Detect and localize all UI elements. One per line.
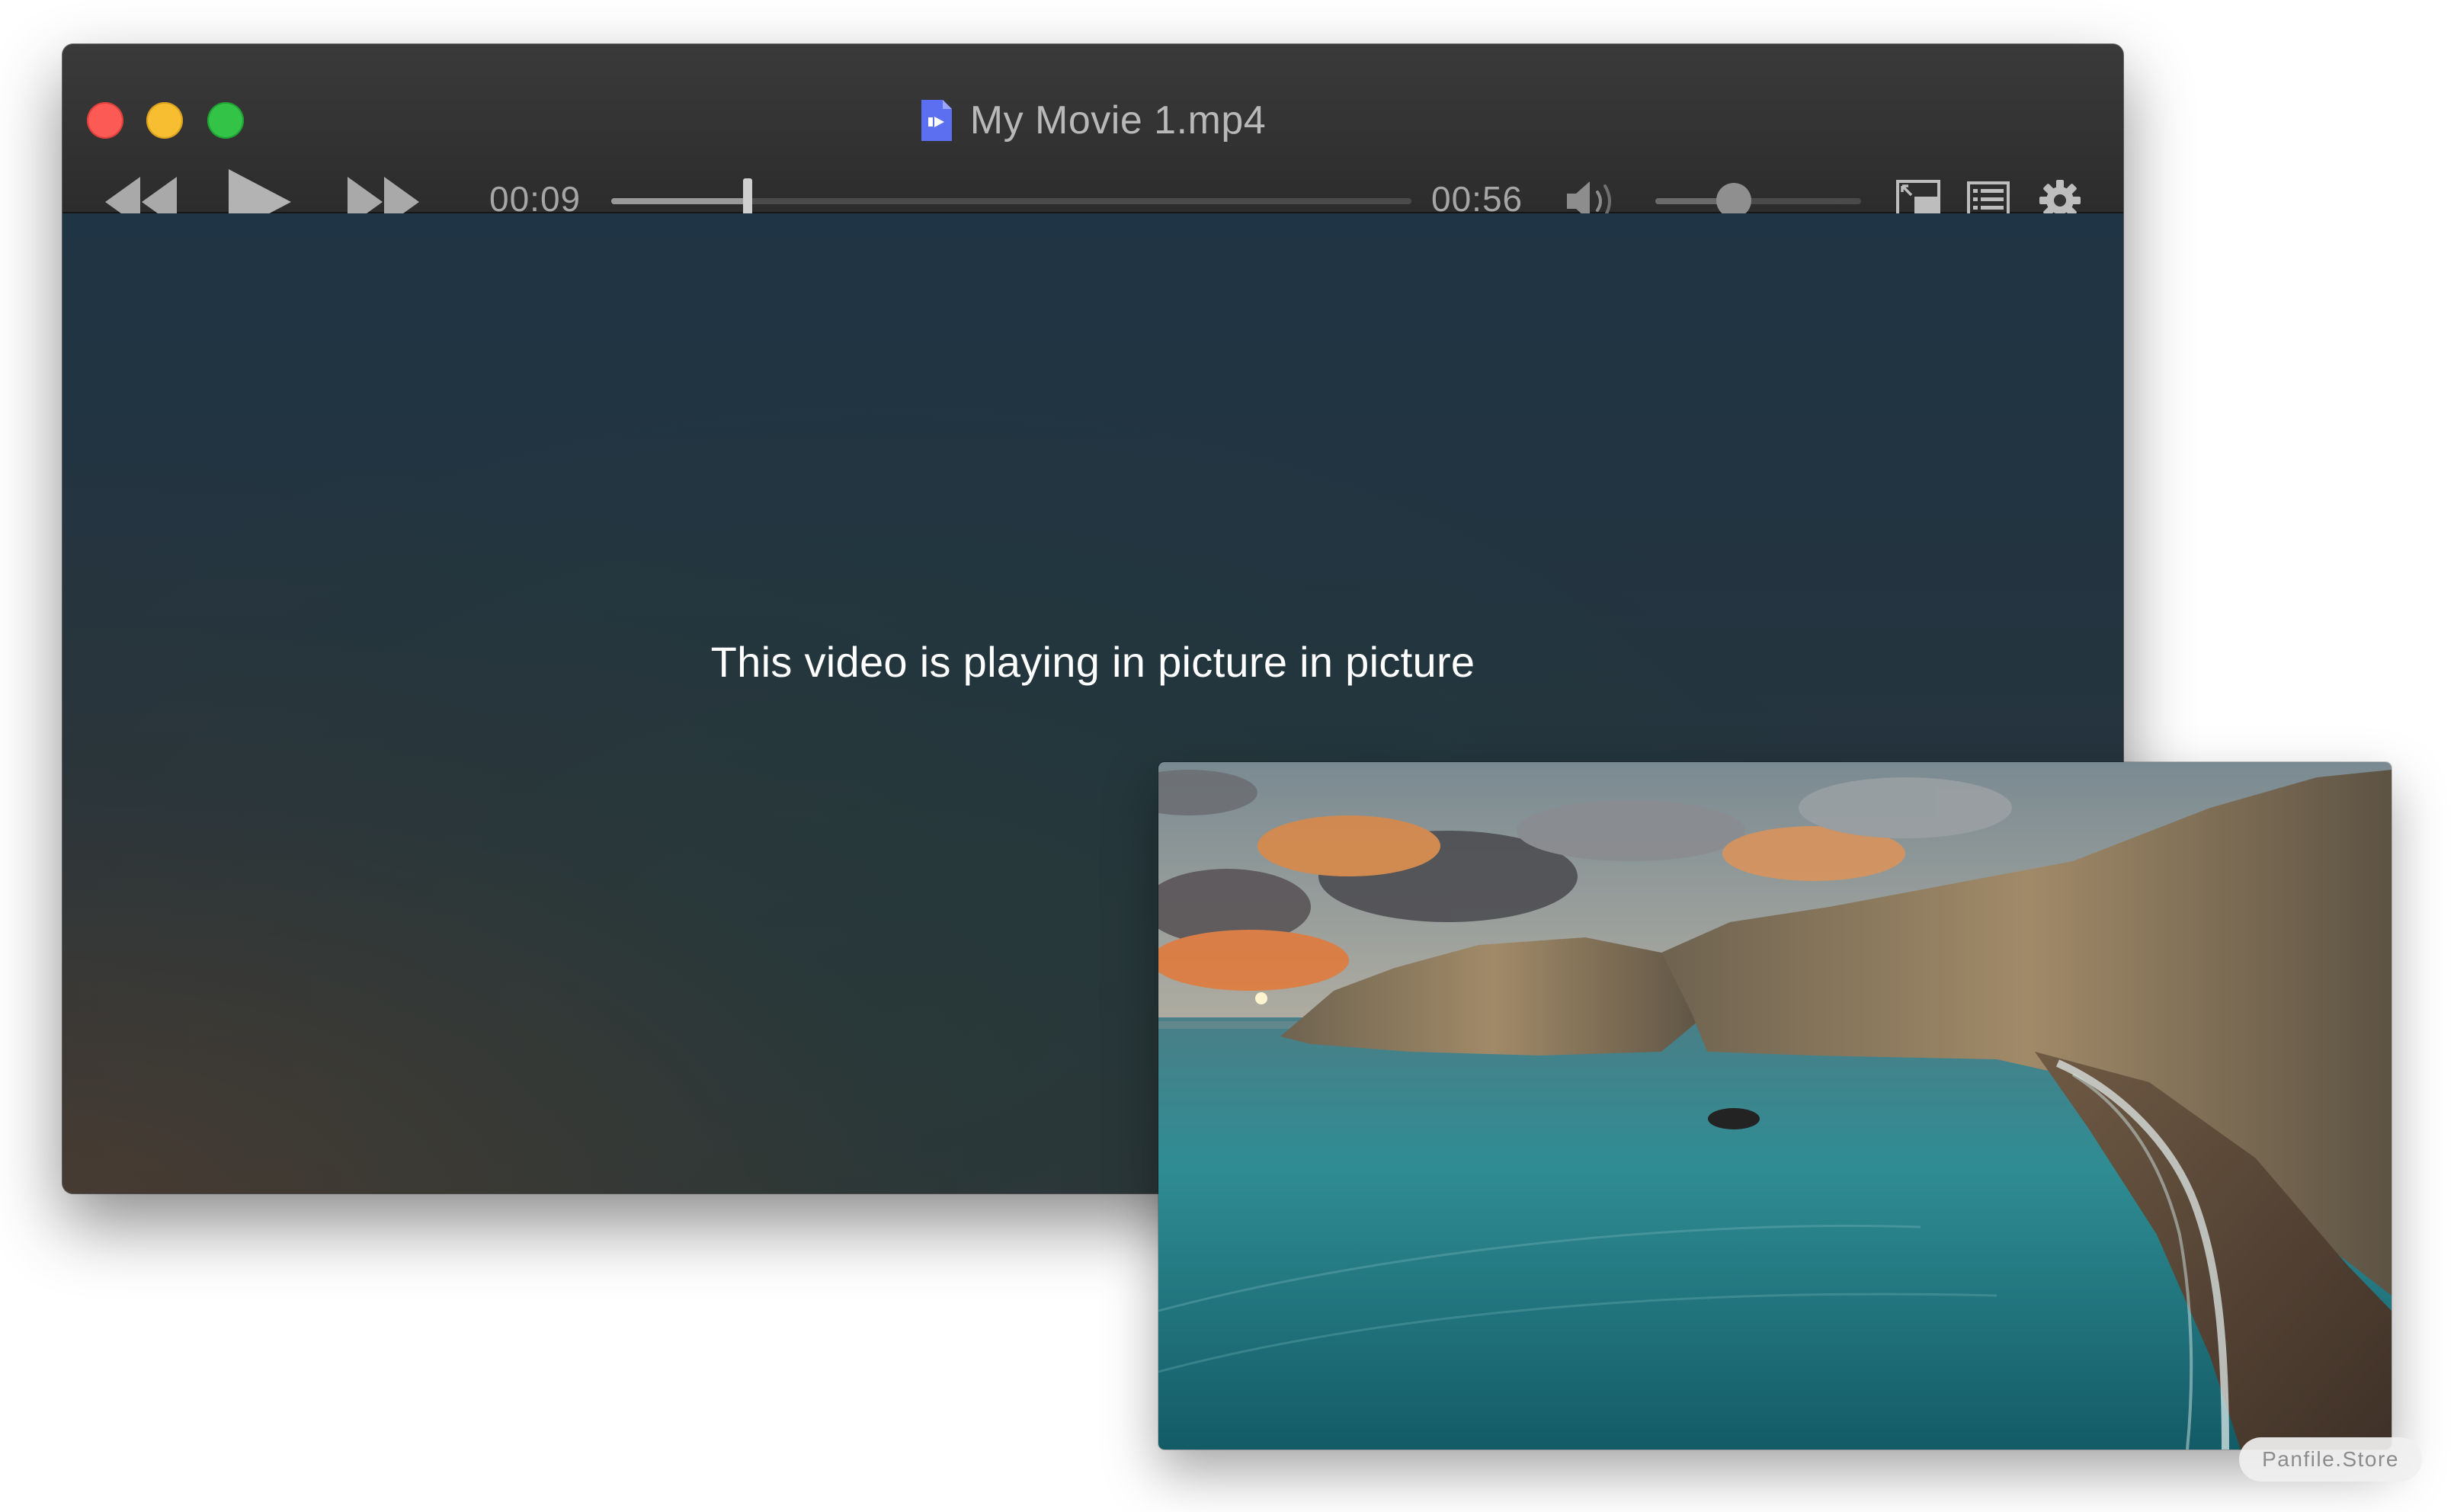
watermark-badge: Panfile.Store	[2239, 1437, 2422, 1482]
rock	[1708, 1108, 1760, 1129]
picture-in-picture-window[interactable]	[1158, 762, 2392, 1450]
video-document-icon	[921, 100, 952, 141]
pip-status-message: This video is playing in picture in pict…	[710, 638, 1475, 686]
window-title: My Movie 1.mp4	[969, 98, 1267, 143]
title-toolbar: My Movie 1.mp4 00:09 00:56	[62, 44, 2123, 235]
pip-video-frame	[1158, 762, 2392, 1450]
seek-slider[interactable]	[611, 178, 1411, 224]
sun	[1255, 992, 1267, 1004]
watermark-text: Panfile.Store	[2262, 1447, 2399, 1471]
seek-progress-fill	[611, 198, 748, 204]
window-title-group: My Movie 1.mp4	[62, 93, 2123, 148]
volume-slider[interactable]	[1655, 183, 1861, 218]
